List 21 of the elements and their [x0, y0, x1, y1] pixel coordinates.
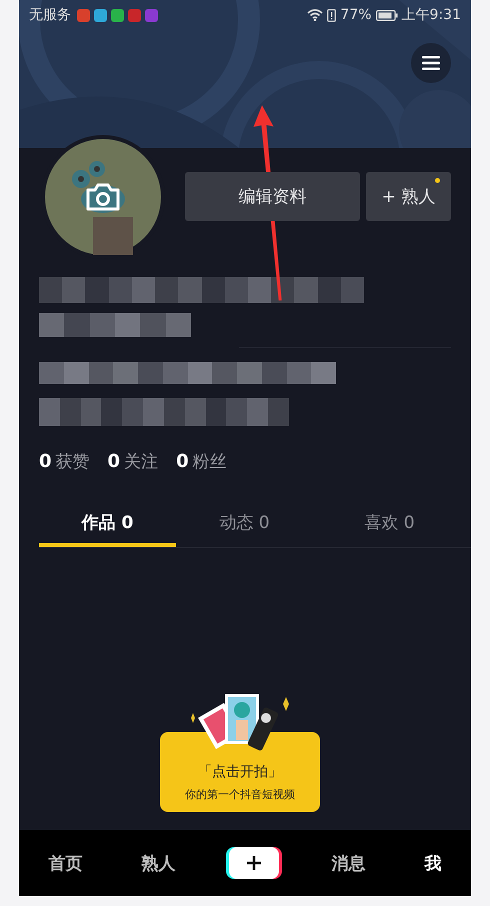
stat-label: 关注 — [124, 451, 158, 473]
add-friend-button[interactable]: + 熟人 — [366, 172, 451, 221]
nav-tab[interactable]: 首页 — [42, 852, 88, 874]
stat-count: 0 — [39, 451, 52, 472]
tab[interactable]: 喜欢 0 — [321, 501, 458, 547]
tab[interactable]: 作品 0 — [39, 501, 176, 547]
stat-label: 获赞 — [56, 451, 90, 473]
record-prompt-bubble[interactable]: 「点击开拍」 你的第一个抖音短视频 — [160, 732, 320, 812]
edit-profile-button[interactable]: 编辑资料 — [185, 172, 360, 221]
stat-count: 0 — [108, 451, 120, 472]
plus-icon — [246, 856, 260, 870]
prompt-title: 「点击开拍」 — [198, 763, 282, 781]
nav-tab[interactable]: 消息 — [326, 852, 372, 874]
create-button[interactable] — [228, 847, 278, 879]
nav-tab[interactable]: 我 — [418, 852, 448, 874]
camera-icon — [85, 182, 121, 212]
tab[interactable]: 动态 0 — [176, 501, 313, 547]
nav-tab[interactable]: 熟人 — [136, 852, 182, 874]
stat-count: 0 — [176, 451, 189, 472]
stat-label: 粉丝 — [192, 451, 227, 473]
prompt-subtitle: 你的第一个抖音短视频 — [185, 787, 295, 802]
